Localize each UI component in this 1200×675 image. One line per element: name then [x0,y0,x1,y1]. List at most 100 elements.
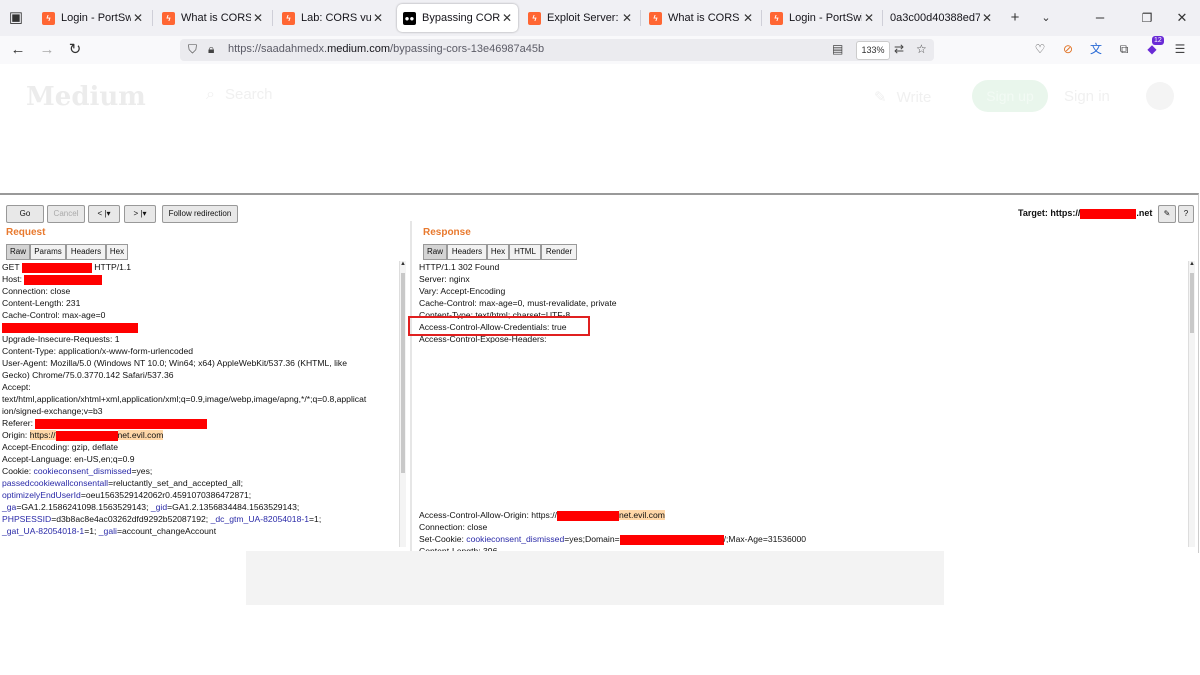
portswigger-icon: ϟ [282,11,295,25]
search-icon: ⌕ [206,86,215,103]
menu-icon[interactable]: ☰ [1172,41,1188,57]
scroll-up-icon[interactable]: ▲ [1189,261,1195,267]
tab-login-portswigger-2[interactable]: ϟ Login - PortSwigg ✕ [764,4,880,32]
redacted-block [2,322,138,333]
close-icon[interactable]: ✕ [741,11,755,25]
tab-what-is-cors-1[interactable]: ϟ What is CORS (cro ✕ [156,4,269,32]
history-back-button[interactable]: < |▾ [88,205,120,223]
request-editor[interactable]: GET HTTP/1.1 Host: Connection: close Con… [2,261,398,537]
tab-separator [640,10,641,26]
reader-view-icon[interactable]: ▤ [832,42,843,56]
pane-divider[interactable] [410,221,412,551]
close-icon[interactable]: ✕ [862,11,876,25]
blocker-icon[interactable]: ⊘ [1060,41,1076,57]
response-tab-render[interactable]: Render [541,244,577,260]
tab-login-portswigger-1[interactable]: ϟ Login - PortSwigg ✕ [36,4,149,32]
url-text[interactable]: https://saadahmedx.medium.com/bypassing-… [228,43,544,55]
back-arrow-icon[interactable]: ← [7,40,29,60]
connection-line: Connection: close [2,286,71,296]
tab-title: What is CORS (cro [181,12,251,24]
lock-icon[interactable]: 🔒︎ [208,42,214,57]
minimize-icon[interactable]: – [1090,8,1110,28]
cookie-line-4: _ga=GA1.2.1586241098.1563529143; _gid=GA… [2,502,300,512]
close-icon[interactable]: ✕ [131,11,145,25]
follow-redirection-button[interactable]: Follow redirection [162,205,238,223]
cache-control-line: Cache-Control: max-age=0, must-revalidat… [419,298,617,308]
tab-separator [882,10,883,26]
scroll-thumb[interactable] [401,273,405,473]
response-editor[interactable]: HTTP/1.1 302 Found Server: nginx Vary: A… [419,261,1179,557]
restore-icon[interactable]: ❐ [1137,8,1157,28]
close-icon[interactable]: ✕ [251,11,265,25]
pocket-icon[interactable]: ♡ [1032,41,1048,57]
avatar[interactable] [1146,82,1174,110]
user-agent-line-2: Gecko) Chrome/75.0.3770.142 Safari/537.3… [2,370,174,380]
server-line: Server: nginx [419,274,470,284]
new-tab-icon[interactable]: + [1005,8,1025,28]
response-scrollbar[interactable]: ▲ [1188,261,1195,547]
scroll-up-icon[interactable]: ▲ [400,261,406,267]
tab-title: Bypassing CORS. I [422,12,500,24]
request-title: Request [6,227,46,238]
response-tab-headers[interactable]: Headers [447,244,487,260]
medium-search[interactable]: ⌕ Search [206,86,273,104]
reload-icon[interactable]: ↻ [64,40,86,60]
cookie-line: Cookie: cookieconsent_dismissed=yes; [2,466,153,476]
scroll-thumb[interactable] [1190,273,1194,333]
forward-arrow-icon[interactable]: → [36,40,58,60]
edit-target-icon[interactable]: ✎ [1158,205,1176,223]
request-line: GET HTTP/1.1 [2,262,132,273]
tab-bypassing-cors[interactable]: ●● Bypassing CORS. I ✕ [397,4,518,32]
bookmark-star-icon[interactable]: ☆ [916,42,927,56]
extensions-icon[interactable]: ⧉ [1116,41,1132,57]
tab-bar: ▣ ϟ Login - PortSwigg ✕ ϟ What is CORS (… [0,0,1200,36]
tab-what-is-cors-2[interactable]: ϟ What is CORS (cro ✕ [643,4,759,32]
close-icon[interactable]: ✕ [371,11,385,25]
response-title: Response [423,227,471,238]
tab-lab-cors[interactable]: ϟ Lab: CORS vulnera ✕ [276,4,389,32]
redacted-block [557,510,620,521]
tab-title: What is CORS (cro [668,12,741,24]
shield-icon[interactable]: ⛉ [188,42,197,57]
tab-separator [152,10,153,26]
chevron-down-icon[interactable]: ⌄ [1036,8,1056,28]
extension-badge-icon[interactable]: ◆ 12 [1144,36,1164,57]
tab-title: Login - PortSwigg [789,12,862,24]
response-tab-html[interactable]: HTML [509,244,541,260]
tab-list-icon[interactable]: ▣ [6,8,26,28]
medium-write-link[interactable]: ✎ Write [874,88,931,106]
medium-logo[interactable]: Medium [26,82,146,112]
response-tab-hex[interactable]: Hex [487,244,509,260]
close-icon[interactable]: ✕ [500,11,514,25]
extension-badge-count: 12 [1152,36,1164,45]
url-bar[interactable]: ⛉ 🔒︎ https://saadahmedx.medium.com/bypas… [180,39,934,61]
close-window-icon[interactable]: ✕ [1172,8,1192,28]
close-icon[interactable]: ✕ [620,11,634,25]
connection-line: Connection: close [419,522,488,532]
host-line: Host: [2,273,398,285]
zoom-level[interactable]: 133% [856,41,890,60]
request-tab-params[interactable]: Params [30,244,66,260]
request-scrollbar[interactable]: ▲ [399,261,406,547]
history-forward-button[interactable]: > |▾ [124,205,156,223]
help-icon[interactable]: ? [1178,205,1194,223]
redacted-line [2,321,398,333]
sign-up-button[interactable]: Sign up [972,80,1048,112]
tab-exploit-server[interactable]: ϟ Exploit Server: CO ✕ [522,4,638,32]
target-label: Target: https://.net [1018,208,1153,219]
close-icon[interactable]: ✕ [980,11,994,25]
request-tab-headers[interactable]: Headers [66,244,106,260]
status-line: HTTP/1.1 302 Found [419,262,500,272]
redacted-block [1080,208,1137,219]
request-tab-raw[interactable]: Raw [6,244,30,260]
tab-title: Exploit Server: CO [547,12,620,24]
go-button[interactable]: Go [6,205,44,223]
request-tab-hex[interactable]: Hex [106,244,128,260]
sign-in-link[interactable]: Sign in [1064,88,1110,105]
cancel-button[interactable]: Cancel [47,205,85,223]
navigation-bar: ← → ↻ ⛉ 🔒︎ https://saadahmedx.medium.com… [0,36,1200,65]
tab-lab-instance[interactable]: 0a3c00d40388ed7b80 ✕ [884,4,998,32]
response-tab-raw[interactable]: Raw [423,244,447,260]
translate-extension-icon[interactable]: 文 [1088,41,1104,57]
translate-icon[interactable]: ⇄ [894,42,904,56]
